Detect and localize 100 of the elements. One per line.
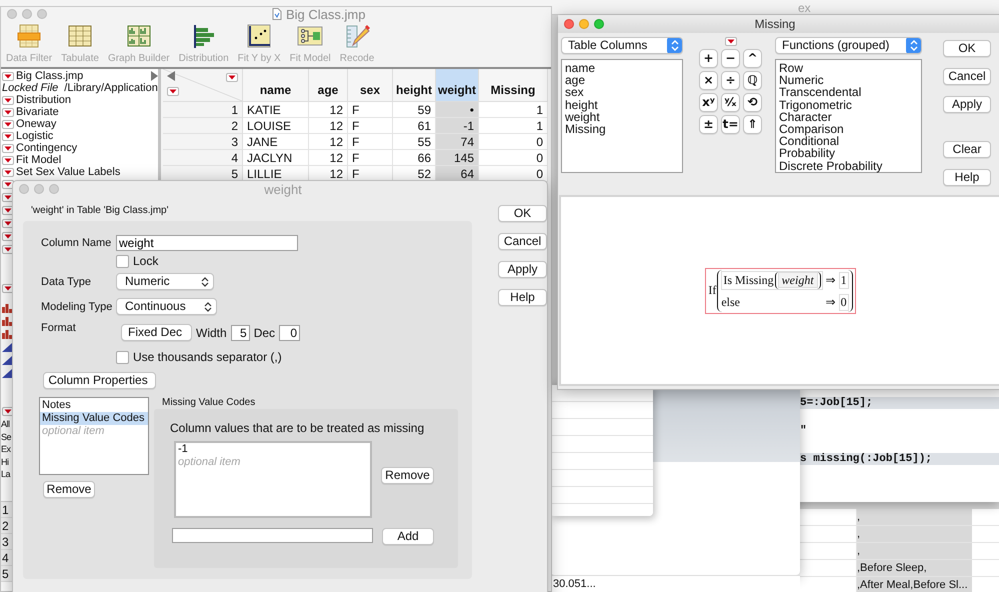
width-field[interactable]: 5 — [230, 324, 250, 340]
thousands-checkbox[interactable] — [116, 350, 129, 364]
list-item[interactable]: weight — [565, 110, 682, 123]
dropdown-triangle-icon[interactable] — [2, 245, 14, 254]
operator-button[interactable]: ʸ⁄ₓ — [721, 93, 740, 112]
list-item[interactable]: sex — [565, 86, 682, 99]
script-item[interactable]: Oneway — [16, 118, 56, 130]
list-item[interactable]: Probability — [779, 147, 921, 160]
missing-codes-list[interactable]: -1 optional item — [174, 441, 372, 518]
dropdown-triangle-icon[interactable] — [2, 206, 14, 215]
dialog-button[interactable]: Clear — [943, 141, 991, 158]
dropdown-triangle-icon[interactable] — [2, 232, 14, 241]
columns-source-select[interactable]: Table Columns — [561, 37, 683, 54]
list-item[interactable]: Row — [779, 62, 921, 74]
modeling-type-select[interactable]: Continuous — [116, 298, 217, 315]
columns-list[interactable]: name age sex height weight Missing — [561, 59, 683, 173]
dropdown-triangle-icon[interactable] — [2, 168, 14, 176]
add-button[interactable]: Add — [382, 528, 434, 545]
dropdown-triangle-icon[interactable] — [2, 193, 14, 202]
list-item[interactable]: name — [565, 62, 682, 74]
result-value[interactable]: 1 — [838, 272, 849, 288]
column-header[interactable]: sex — [348, 69, 393, 102]
dropdown-triangle-icon[interactable] — [724, 37, 736, 46]
dropdown-triangle-icon[interactable] — [2, 219, 14, 228]
bar-chart-icon[interactable] — [2, 302, 12, 312]
lock-checkbox[interactable] — [116, 254, 129, 268]
dropdown-triangle-icon[interactable] — [2, 180, 14, 189]
dropdown-triangle-icon[interactable] — [167, 87, 179, 96]
list-item[interactable]: Conditional — [779, 135, 921, 148]
format-dropdown[interactable]: Fixed Dec — [121, 324, 192, 341]
operator-button[interactable]: ÷ — [721, 71, 740, 90]
operator-button[interactable]: t= — [721, 115, 740, 134]
script-item[interactable]: Distribution — [16, 94, 72, 106]
list-item[interactable]: Missing — [565, 122, 682, 136]
script-item[interactable]: Bivariate — [16, 106, 59, 118]
dropdown-triangle-icon[interactable] — [2, 132, 14, 140]
dropdown-triangle-icon[interactable] — [2, 144, 14, 152]
list-item[interactable]: Notes — [40, 399, 148, 412]
script-item[interactable]: Logistic — [16, 130, 54, 142]
dropdown-triangle-icon[interactable] — [2, 72, 14, 80]
functions-source-select[interactable]: Functions (grouped) — [775, 37, 922, 54]
operator-button[interactable]: ⟲ — [743, 93, 762, 112]
script-item[interactable]: Fit Model — [16, 154, 62, 166]
left-arrow-icon[interactable] — [167, 71, 175, 81]
remove-button[interactable]: Remove — [381, 467, 434, 484]
list-item[interactable]: Missing Value Codes — [40, 412, 148, 425]
close-button[interactable] — [564, 19, 574, 29]
dropdown-triangle-icon[interactable] — [2, 120, 14, 128]
code-input-field[interactable] — [172, 528, 373, 542]
list-item[interactable]: Comparison — [779, 122, 921, 136]
properties-list[interactable]: Notes Missing Value Codes optional item — [39, 397, 149, 475]
list-item[interactable]: Transcendental — [779, 86, 921, 99]
list-item[interactable]: Character — [779, 110, 921, 123]
column-name-field[interactable]: weight — [116, 235, 298, 251]
list-item[interactable]: height — [565, 98, 682, 111]
dialog-button[interactable]: Help — [498, 289, 547, 306]
list-item[interactable]: Trigonometric — [779, 98, 921, 111]
dialog-button[interactable]: Cancel — [498, 233, 547, 250]
script-item[interactable]: Contingency — [16, 142, 78, 154]
result-value[interactable]: 0 — [838, 294, 849, 310]
table-name[interactable]: Big Class.jmp — [16, 70, 148, 82]
script-item[interactable]: Set Sex Value Labels — [16, 166, 120, 178]
list-item[interactable]: Discrete Probability — [779, 160, 921, 172]
column-argument[interactable]: weight — [778, 272, 818, 288]
operator-button[interactable]: ℚ — [743, 71, 762, 90]
column-header[interactable]: weight — [436, 69, 479, 102]
dialog-button[interactable]: Apply — [943, 96, 991, 113]
dialog-button[interactable]: OK — [498, 205, 547, 222]
column-header[interactable]: age — [309, 69, 348, 102]
functions-list[interactable]: Row Numeric Transcendental Trigonometric Character Comparison Conditional Probability Discrete Probability — [775, 59, 922, 173]
decimals-field[interactable]: 0 — [279, 324, 300, 340]
operator-button[interactable]: × — [699, 71, 718, 90]
dialog-button[interactable]: Cancel — [943, 68, 991, 85]
column-header[interactable]: height — [393, 69, 436, 102]
expand-arrow-icon[interactable] — [150, 71, 158, 81]
column-properties-dropdown[interactable]: Column Properties — [43, 372, 156, 389]
dropdown-triangle-icon[interactable] — [226, 73, 238, 82]
list-item[interactable]: age — [565, 74, 682, 86]
column-header[interactable]: name — [243, 69, 309, 102]
dropdown-triangle-icon[interactable] — [2, 284, 14, 293]
operator-button[interactable]: ⇑ — [743, 115, 762, 134]
operator-button[interactable]: − — [721, 49, 740, 68]
data-type-select[interactable]: Numeric — [116, 273, 214, 290]
operator-button[interactable]: xʸ — [699, 93, 718, 112]
bar-chart-icon[interactable] — [2, 316, 12, 326]
dropdown-triangle-icon[interactable] — [2, 108, 14, 116]
operator-button[interactable]: ± — [699, 115, 718, 134]
operator-button[interactable]: + — [699, 49, 718, 68]
dialog-button[interactable]: Apply — [498, 261, 547, 278]
list-item[interactable]: -1 — [176, 443, 370, 456]
dialog-button[interactable]: Help — [943, 169, 991, 186]
operator-button[interactable]: ^ — [743, 49, 762, 68]
column-header[interactable]: Missing — [479, 69, 548, 102]
list-item[interactable]: Numeric — [779, 74, 921, 86]
dialog-button[interactable]: OK — [943, 40, 991, 57]
dropdown-triangle-icon[interactable] — [2, 96, 14, 104]
dropdown-triangle-icon[interactable] — [2, 156, 14, 164]
bar-chart-icon[interactable] — [2, 328, 12, 338]
dropdown-triangle-icon[interactable] — [2, 407, 14, 416]
remove-button[interactable]: Remove — [43, 481, 95, 498]
